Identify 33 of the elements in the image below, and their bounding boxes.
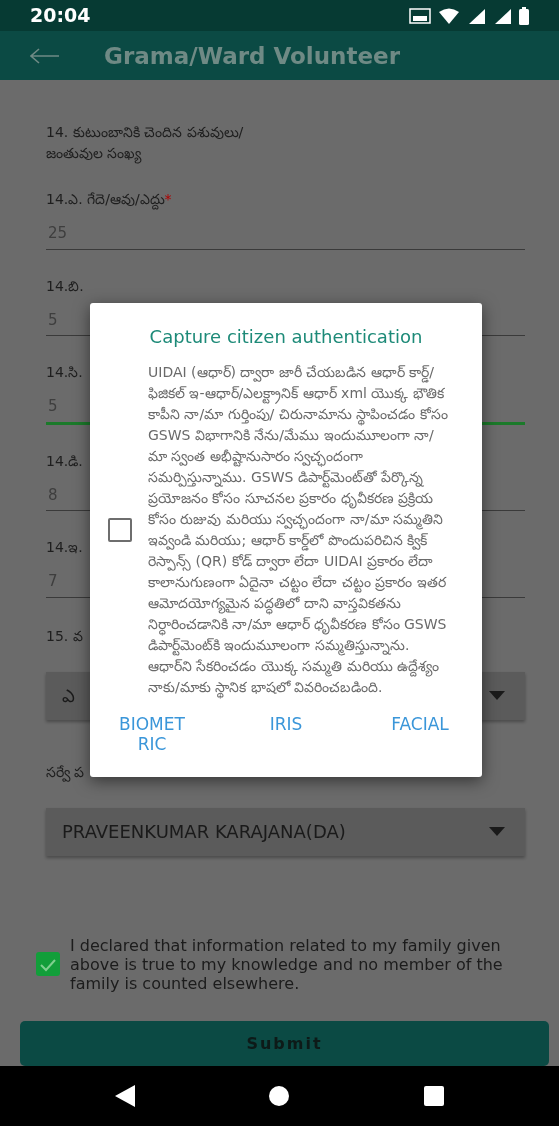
checkbox[interactable] — [36, 952, 60, 977]
recents-icon[interactable] — [424, 1086, 445, 1107]
field-label: 14.సి. — [46, 364, 83, 381]
dropdown-arrow-icon — [489, 691, 505, 701]
field-label: 14.ఇ. — [46, 539, 83, 556]
form-label: 15. వ — [46, 626, 83, 646]
battery-icon — [519, 6, 529, 25]
field-label: 14.ఎ. గేదె/ఆవు/ఎద్దు — [46, 191, 165, 208]
consent-text: UIDAI (ఆధార్) ద్వారా జారీ చేయబడిన ఆధార్ కార్డ్/ఫిజికల్ ఇ-ఆధార్/ఎలక్ట్రానిక్ ఆధార్ xml యొక్క భౌతిక కాపీని నా/మా గుర్తింపు/ చిరునామాను స్థాపించడం కోసం GSWS విభాగానికి నేను/మేము ఇందుమూలంగా నా/మా స్వంత అభీష్టానుసారం స్వచ్ఛందంగా సమర్పిస్తున్నాము. GSWS డిపార్ట్‌మెంట్‌తో పేర్కొన్న ప్రయోజనం కోసం సూచనల ప్రకారం ధృవీకరణ ప్రక్రియ కోసం రుజువు మరియు స్వచ్ఛందంగా నా/మా సమ్మతిని ఇవ్వండి మరియు; ఆధార్ కార్డ్‌లో పొందుపరిచిన క్విక్ రెస్పాన్స్ (QR) కోడ్ ద్వారా లేదా UIDAI ప్రకారం లేదా కాలానుగుణంగా ఏదైనా చట్టం లేదా చట్టం ప్రకారం ఇతర ఆమోదయోగ్యమైన పద్ధతిలో దాని వాస్తవికతను నిర్ధారించడానికి నా/మా ఆధార్ ధృవీకరణ కోసం GSWS డిపార్ట్‌మెంట్‌కి ఇందుమూలంగా సమ్మతిస్తున్నాను. ఆధార్‌ని సేకరించడం యొక్క సమ్మతి మరియు ఉద్దేశ్యం నాకు/మాకు స్థానిక భాషలో వివరించబడింది. — [148, 362, 448, 698]
dropdown[interactable]: PRAVEENKUMAR KARAJANA(DA) — [46, 807, 525, 856]
volte-icon — [409, 7, 431, 24]
dialog-title: Capture citizen authentication — [148, 325, 424, 349]
signal-icon — [493, 7, 511, 24]
required-asterisk: * — [164, 191, 172, 208]
dialog-button[interactable]: IRIS — [246, 714, 326, 735]
form-label: 14. కుటుంబానికి చెందిన పశువులు/ జంతువుల సంఖ్య — [46, 123, 245, 165]
dialog-button[interactable]: FACIAL — [380, 714, 460, 735]
field-label: 14.డి. — [46, 452, 83, 469]
home-icon[interactable] — [268, 1085, 291, 1108]
back-icon[interactable] — [114, 1085, 135, 1108]
declaration-text: I declared that information related to my family given above is true to my knowledge and no member of the family is counted elsewhere. — [70, 935, 504, 994]
dialog-button[interactable]: BIOMET RIC — [112, 714, 192, 755]
field-label: 14.బి. — [46, 277, 84, 294]
status-time: 20:04 — [30, 3, 91, 29]
dropdown-arrow-icon — [489, 827, 505, 837]
dropdown-value: PRAVEENKUMAR KARAJANA(DA) — [62, 820, 346, 845]
back-arrow-icon[interactable] — [30, 47, 60, 64]
dropdown-value: ఎ — [62, 684, 75, 709]
wifi-icon — [439, 7, 459, 24]
screen-title: Grama/Ward Volunteer — [104, 41, 401, 71]
checkbox[interactable] — [108, 518, 132, 542]
form-label: సర్వే ప — [46, 762, 85, 783]
signal-icon — [467, 7, 485, 24]
